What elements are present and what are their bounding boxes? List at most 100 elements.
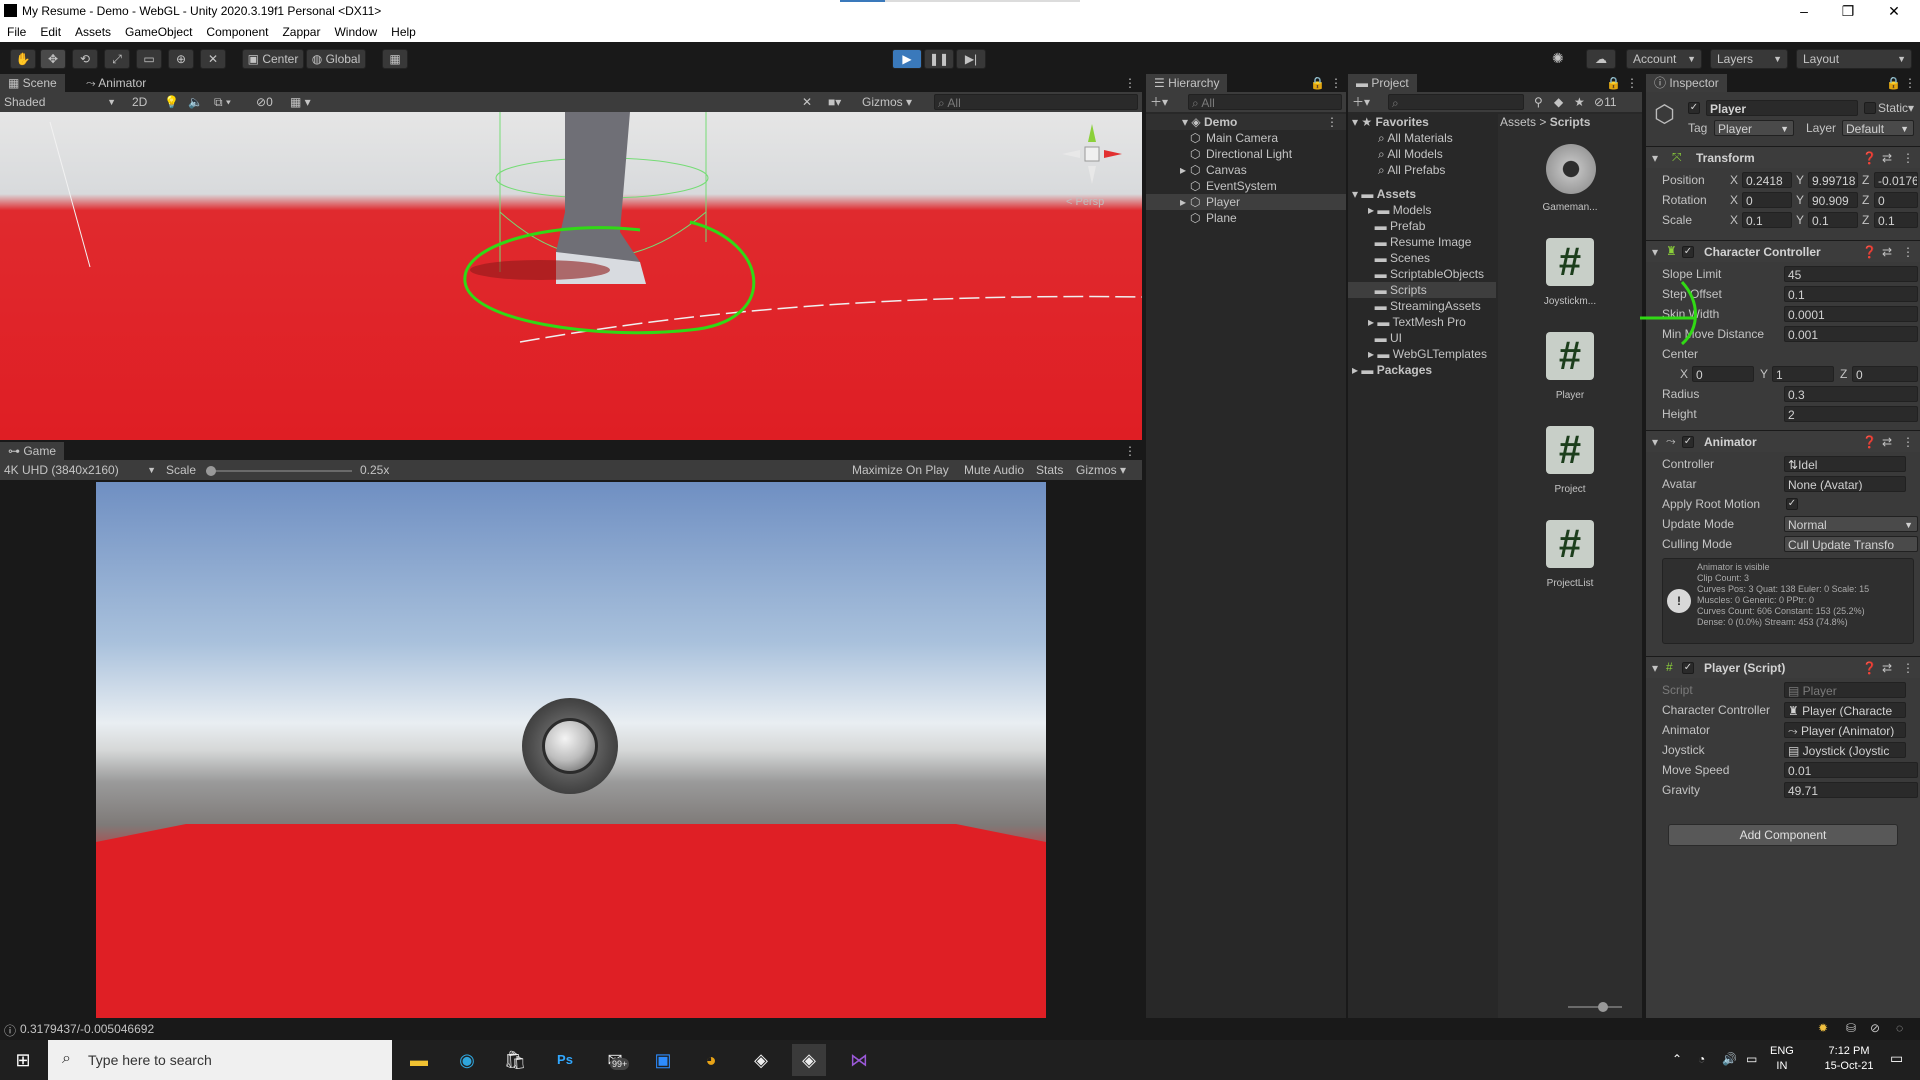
shading-dropdown[interactable]: Shaded ▼ <box>4 94 116 110</box>
search-by-label-icon[interactable]: ◆ <box>1554 94 1563 110</box>
asset-folder[interactable]: ▬ Prefab <box>1368 218 1426 234</box>
hierarchy-item[interactable]: ⬡ Directional Light <box>1146 146 1346 162</box>
scale-y-field[interactable]: 0.1 <box>1808 212 1858 228</box>
cloud-button[interactable]: ☁ <box>1586 49 1616 69</box>
asset-folder[interactable]: ▸ ▬ Models <box>1368 202 1431 218</box>
hierarchy-item[interactable]: ⬡ EventSystem <box>1146 178 1346 194</box>
tab-animator[interactable]: ⤳ Animator <box>78 74 154 92</box>
position-x-field[interactable]: 0.2418 <box>1742 172 1792 188</box>
height-field[interactable]: 2 <box>1784 406 1918 422</box>
resolution-dropdown[interactable]: 4K UHD (3840x2160) ▼ <box>4 462 156 478</box>
audio-icon[interactable]: 🔈 <box>188 94 203 110</box>
menu-zappar[interactable]: Zappar <box>275 22 327 42</box>
pivot-global-button[interactable]: ◍ Global <box>306 49 366 69</box>
update-mode-dropdown[interactable]: Normal ▼ <box>1784 516 1918 532</box>
hierarchy-item[interactable]: ▸ ⬡ Canvas <box>1146 162 1346 178</box>
player-script-header[interactable]: ▾ # ✓ Player (Script) ❓ ⇄ ⋮ <box>1646 656 1920 678</box>
asset-folder[interactable]: ▬ StreamingAssets <box>1368 298 1481 314</box>
unity-hub-icon[interactable]: ◈ <box>744 1044 778 1076</box>
clock[interactable]: 7:12 PM 15-Oct-21 <box>1816 1044 1882 1074</box>
joystick-control[interactable] <box>522 698 618 794</box>
animator-header[interactable]: ▾ ⤳ ✓ Animator ❓ ⇄ ⋮ <box>1646 430 1920 452</box>
character-controller-header[interactable]: ▾ ♜ ✓ Character Controller ❓ ⇄ ⋮ <box>1646 240 1920 262</box>
favorite-star-icon[interactable]: ★ <box>1574 94 1585 110</box>
volume-icon[interactable]: 🔊 <box>1722 1052 1737 1066</box>
apply-root-motion-checkbox[interactable]: ✓ <box>1786 498 1798 510</box>
stats-toggle[interactable]: Stats <box>1036 462 1063 478</box>
services-icon[interactable]: ✺ <box>1552 50 1564 67</box>
battery-icon[interactable]: ▭ <box>1746 1052 1757 1066</box>
menu-file[interactable]: File <box>0 22 33 42</box>
rotation-y-field[interactable]: 90.909 <box>1808 192 1858 208</box>
create-asset-button[interactable]: ＋▾ <box>1352 94 1370 110</box>
favorite-item[interactable]: ⌕ All Models <box>1378 146 1443 162</box>
animator-ref-field[interactable]: ⤳ Player (Animator) <box>1784 722 1906 738</box>
layout-dropdown[interactable]: Layout ▼ <box>1796 49 1912 69</box>
windows-start-icon[interactable]: ⊞ <box>6 1044 40 1076</box>
rotation-x-field[interactable]: 0 <box>1742 192 1792 208</box>
kebab-menu-icon[interactable]: ⋮ <box>1124 76 1136 90</box>
play-button[interactable]: ▶ <box>892 49 922 69</box>
move-tool-button[interactable]: ✥ <box>40 49 66 69</box>
layer-dropdown[interactable]: Default ▼ <box>1842 120 1914 136</box>
hierarchy-item[interactable]: ⬡ Plane <box>1146 210 1346 226</box>
microsoft-store-icon[interactable]: 🛍 <box>498 1044 532 1076</box>
layers-dropdown[interactable]: Layers ▼ <box>1710 49 1788 69</box>
asset-file[interactable]: # Joystickm... <box>1528 238 1612 314</box>
kebab-menu-icon[interactable]: ⋮ <box>1626 76 1638 90</box>
hidden-objects-toggle[interactable]: ⊘0 <box>256 94 273 110</box>
static-checkbox[interactable] <box>1864 102 1876 114</box>
hierarchy-item-selected[interactable]: ▸ ⬡ Player <box>1146 194 1346 210</box>
menu-gameobject[interactable]: GameObject <box>118 22 199 42</box>
tab-inspector[interactable]: ⓘ Inspector <box>1646 74 1727 92</box>
create-button[interactable]: ＋▾ <box>1150 94 1168 110</box>
scale-x-field[interactable]: 0.1 <box>1742 212 1792 228</box>
center-x-field[interactable]: 0 <box>1692 366 1754 382</box>
game-gizmos-dropdown[interactable]: Gizmos ▾ <box>1076 462 1126 478</box>
joystick-knob[interactable] <box>542 718 598 774</box>
asset-folder-selected[interactable]: ▬ Scripts <box>1348 282 1496 298</box>
min-move-distance-field[interactable]: 0.001 <box>1784 326 1918 342</box>
menu-assets[interactable]: Assets <box>68 22 118 42</box>
visual-studio-icon[interactable]: ⋈ <box>842 1044 876 1076</box>
asset-file[interactable]: Gameman... <box>1528 144 1612 220</box>
hierarchy-root-demo[interactable]: ▾ ◈ Demo ⋮ <box>1146 114 1346 130</box>
auto-generate-lighting-icon[interactable]: ⊘ <box>1870 1021 1880 1035</box>
icon-size-slider[interactable] <box>1568 1002 1622 1012</box>
tag-dropdown[interactable]: Player ▼ <box>1714 120 1794 136</box>
assets-section[interactable]: ▾ ▬ Assets <box>1352 186 1416 202</box>
favorites-section[interactable]: ▾ ★ Favorites <box>1352 114 1429 130</box>
scene-viewport[interactable]: < Persp <box>0 112 1142 440</box>
project-search-input[interactable]: ⌕ <box>1388 94 1524 110</box>
network-icon[interactable]: ◔ <box>1698 1052 1705 1066</box>
slope-limit-field[interactable]: 45 <box>1784 266 1918 282</box>
persp-label[interactable]: < Persp <box>1066 196 1104 208</box>
favorite-item[interactable]: ⌕ All Materials <box>1378 130 1453 146</box>
position-z-field[interactable]: -0.0176 <box>1874 172 1918 188</box>
gravity-field[interactable]: 49.71 <box>1784 782 1918 798</box>
tools-icon[interactable]: ✕ <box>802 94 812 110</box>
rect-tool-button[interactable]: ▭ <box>136 49 162 69</box>
asset-folder[interactable]: ▬ Resume Image <box>1368 234 1472 250</box>
active-checkbox[interactable]: ✓ <box>1688 102 1700 114</box>
kebab-menu-icon[interactable]: ⋮ <box>1904 76 1916 90</box>
edge-browser-icon[interactable]: ◉ <box>450 1044 484 1076</box>
transform-tool-button[interactable]: ⊕ <box>168 49 194 69</box>
favorite-item[interactable]: ⌕ All Prefabs <box>1378 162 1445 178</box>
scale-slider[interactable] <box>206 466 352 476</box>
asset-folder[interactable]: ▸ ▬ WebGLTemplates <box>1368 346 1487 362</box>
transform-header[interactable]: ▾ ⤧ Transform ❓ ⇄ ⋮ <box>1646 146 1920 168</box>
zoom-icon[interactable]: ▣ <box>646 1044 680 1076</box>
kebab-menu-icon[interactable]: ⋮ <box>1330 76 1342 90</box>
hierarchy-item[interactable]: ⬡ Main Camera <box>1146 130 1346 146</box>
position-y-field[interactable]: 9.99718 <box>1808 172 1858 188</box>
controller-field[interactable]: ⇅Idel <box>1784 456 1906 472</box>
static-dropdown[interactable]: Static▾ <box>1878 100 1914 116</box>
add-component-button[interactable]: Add Component <box>1668 824 1898 846</box>
asset-file[interactable]: # ProjectList <box>1528 520 1612 596</box>
maximize-button[interactable]: ❐ <box>1826 0 1870 22</box>
breadcrumb-assets[interactable]: Assets <box>1500 115 1536 129</box>
tab-project[interactable]: ▬ Project <box>1348 74 1417 92</box>
maximize-on-play-toggle[interactable]: Maximize On Play <box>852 462 949 478</box>
cache-icon[interactable]: ⛁ <box>1846 1021 1856 1035</box>
